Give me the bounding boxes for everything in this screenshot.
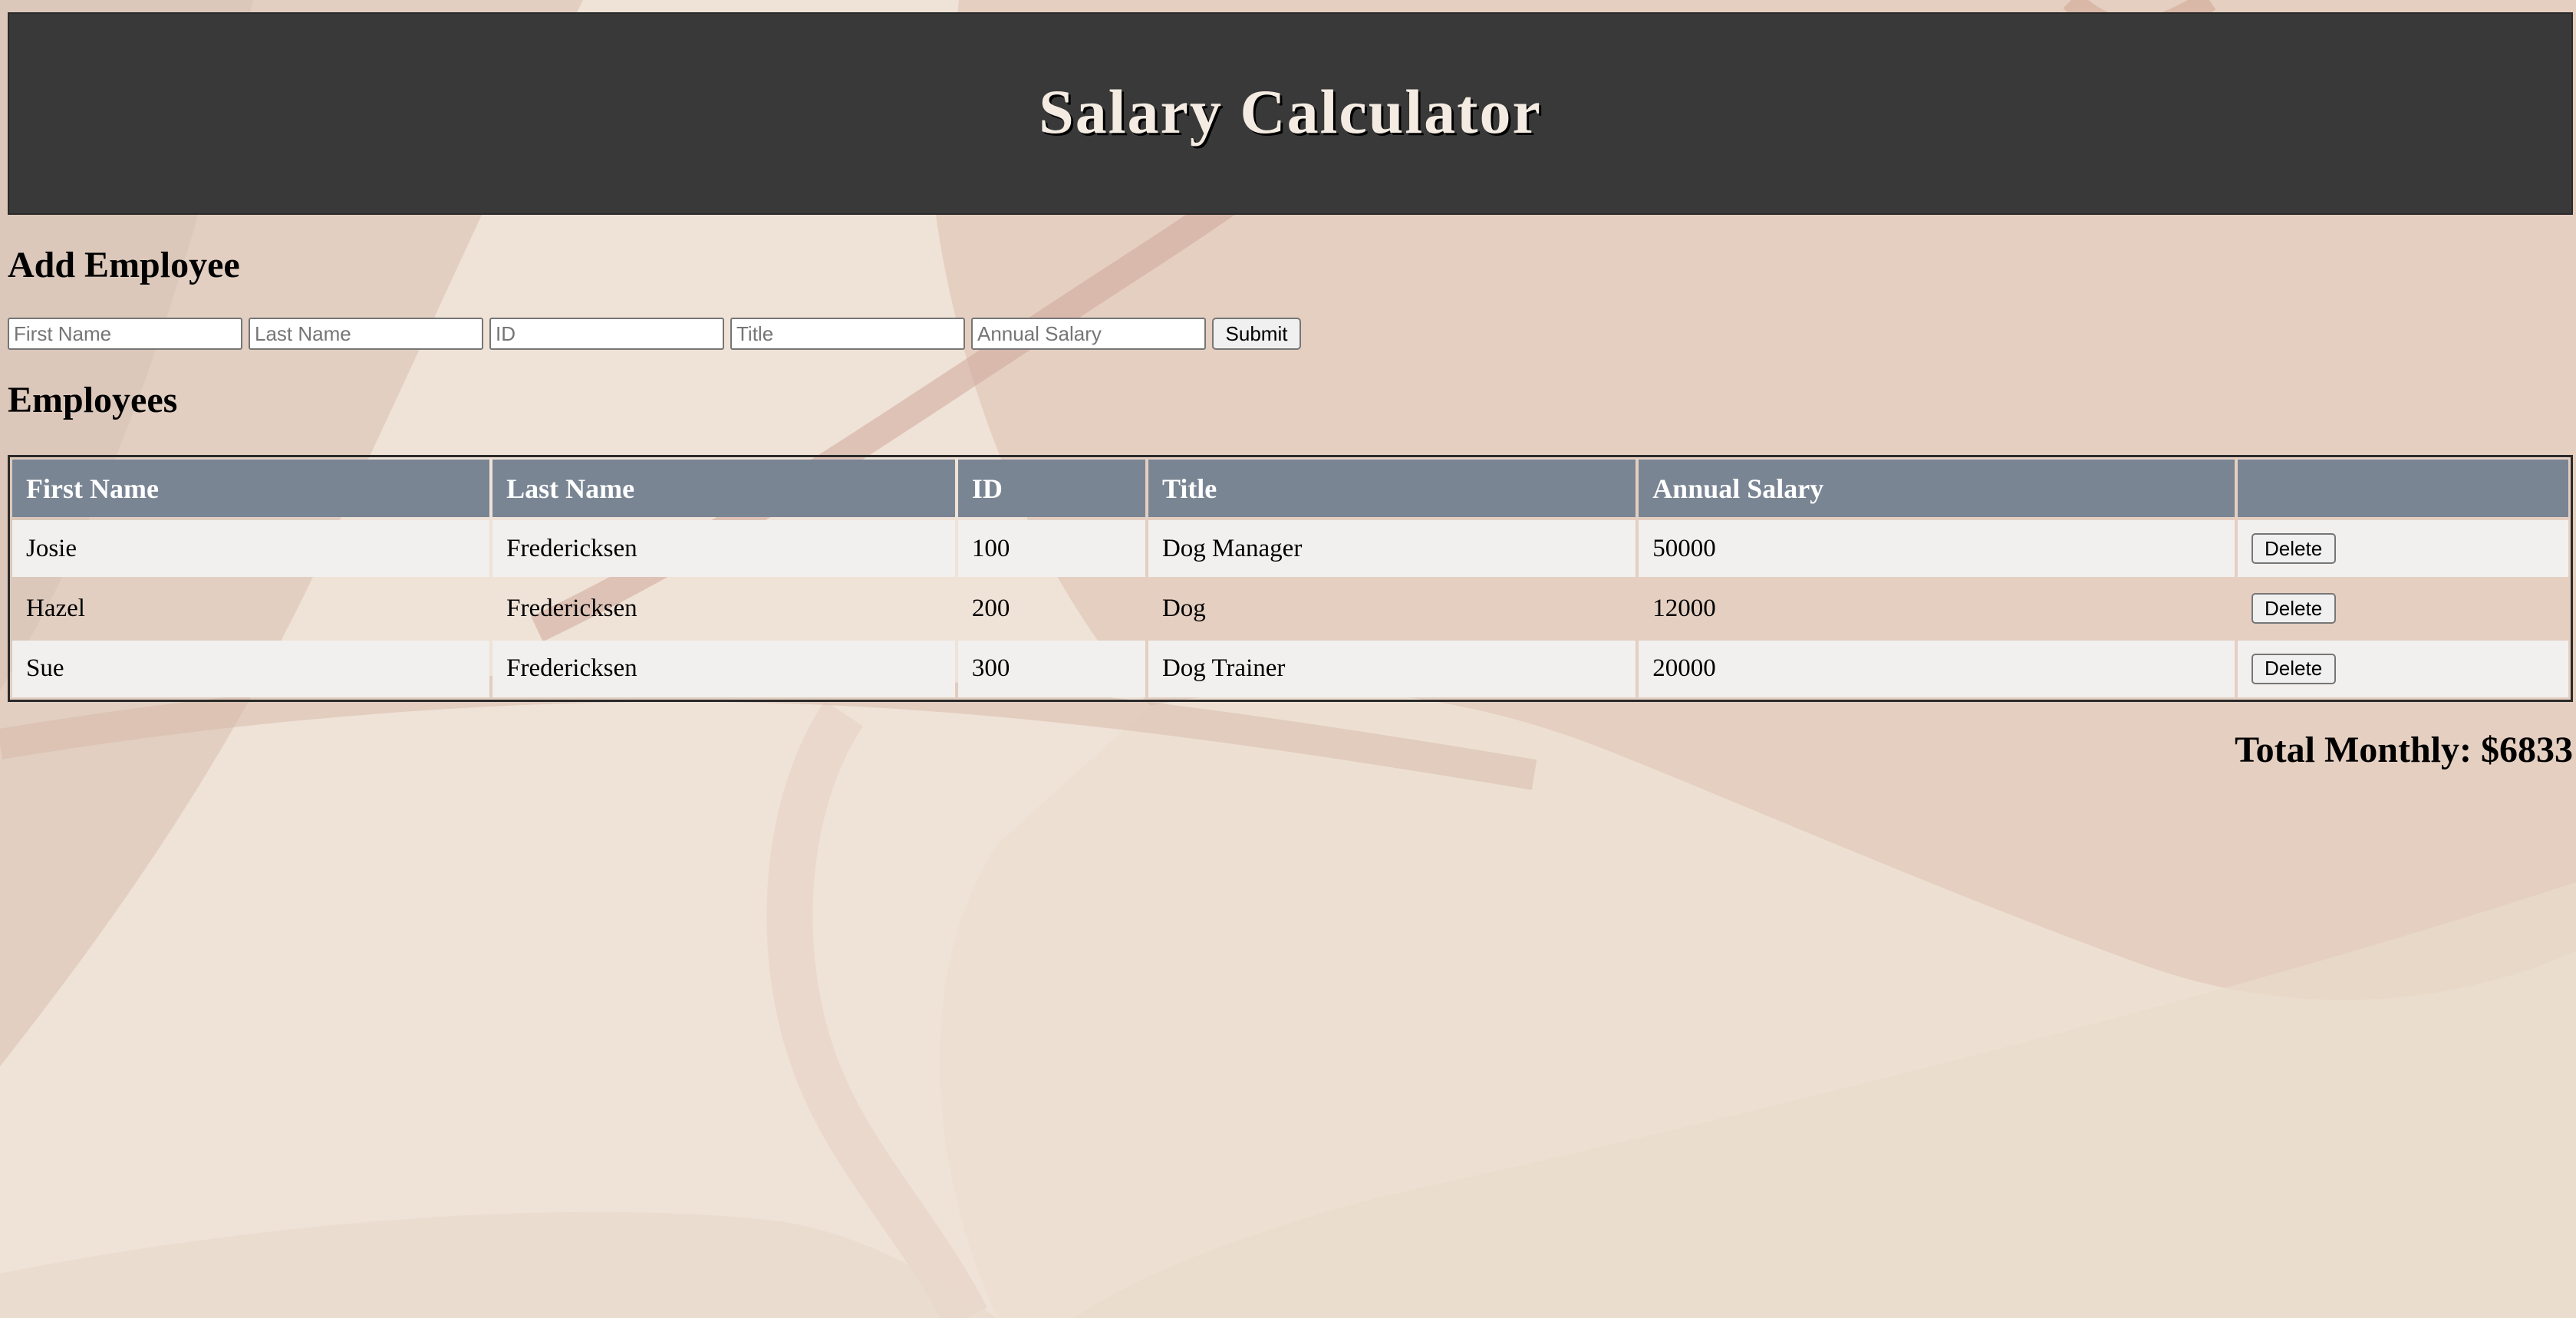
column-header-id: ID [957, 460, 1145, 517]
cell-first-name: Josie [12, 520, 490, 578]
delete-button[interactable]: Delete [2251, 533, 2336, 565]
cell-id: 300 [957, 640, 1145, 697]
cell-actions: Delete [2237, 520, 2568, 578]
cell-annual-salary: 12000 [1652, 594, 1716, 622]
id-input[interactable] [489, 318, 724, 350]
cell-last-name: Fredericksen [492, 640, 955, 697]
table-row: Hazel Fredericksen 200 Dog 12000 Delete [12, 580, 2568, 637]
table-row: Josie Fredericksen 100 Dog Manager 50000… [12, 520, 2568, 578]
cell-annual-salary: 20000 [1639, 640, 2235, 697]
column-header-actions [2237, 460, 2568, 517]
employees-heading: Employees [8, 380, 178, 420]
table-row: Sue Fredericksen 300 Dog Trainer 20000 D… [12, 640, 2568, 697]
delete-button[interactable]: Delete [2251, 593, 2336, 624]
cell-actions: Delete [2238, 580, 2568, 637]
first-name-input[interactable] [8, 318, 242, 350]
column-header-title: Title [1148, 460, 1636, 517]
table-header-row: First Name Last Name ID Title Annual Sal… [12, 460, 2568, 517]
annual-salary-input[interactable] [971, 318, 1206, 350]
cell-actions: Delete [2237, 640, 2568, 697]
cell-id: 100 [957, 520, 1145, 578]
cell-title: Dog Trainer [1148, 640, 1636, 697]
cell-last-name: Fredericksen [492, 520, 955, 578]
cell-annual-salary: 50000 [1639, 520, 2235, 578]
title-input[interactable] [730, 318, 965, 350]
cell-last-name: Fredericksen [506, 594, 637, 622]
column-header-annual-salary: Annual Salary [1639, 460, 2235, 517]
delete-button[interactable]: Delete [2251, 653, 2336, 684]
page: Salary Calculator Add Employee Submit Em… [0, 0, 2576, 1318]
employees-table-container: First Name Last Name ID Title Annual Sal… [8, 455, 2573, 702]
add-employee-heading: Add Employee [8, 245, 240, 285]
cell-title: Dog [1161, 594, 1206, 622]
last-name-input[interactable] [249, 318, 483, 350]
column-header-first-name: First Name [12, 460, 490, 517]
submit-button[interactable]: Submit [1212, 318, 1301, 350]
employees-table: First Name Last Name ID Title Annual Sal… [9, 456, 2571, 700]
cell-title: Dog Manager [1148, 520, 1636, 578]
header-banner: Salary Calculator [8, 12, 2573, 215]
add-employee-form: Submit [8, 318, 1301, 350]
cell-first-name: Sue [12, 640, 490, 697]
cell-first-name: Hazel [26, 594, 85, 622]
column-header-last-name: Last Name [492, 460, 955, 517]
total-monthly: Total Monthly: $6833 [2235, 730, 2573, 770]
page-title: Salary Calculator [1039, 77, 1542, 147]
cell-id: 200 [971, 594, 1010, 622]
